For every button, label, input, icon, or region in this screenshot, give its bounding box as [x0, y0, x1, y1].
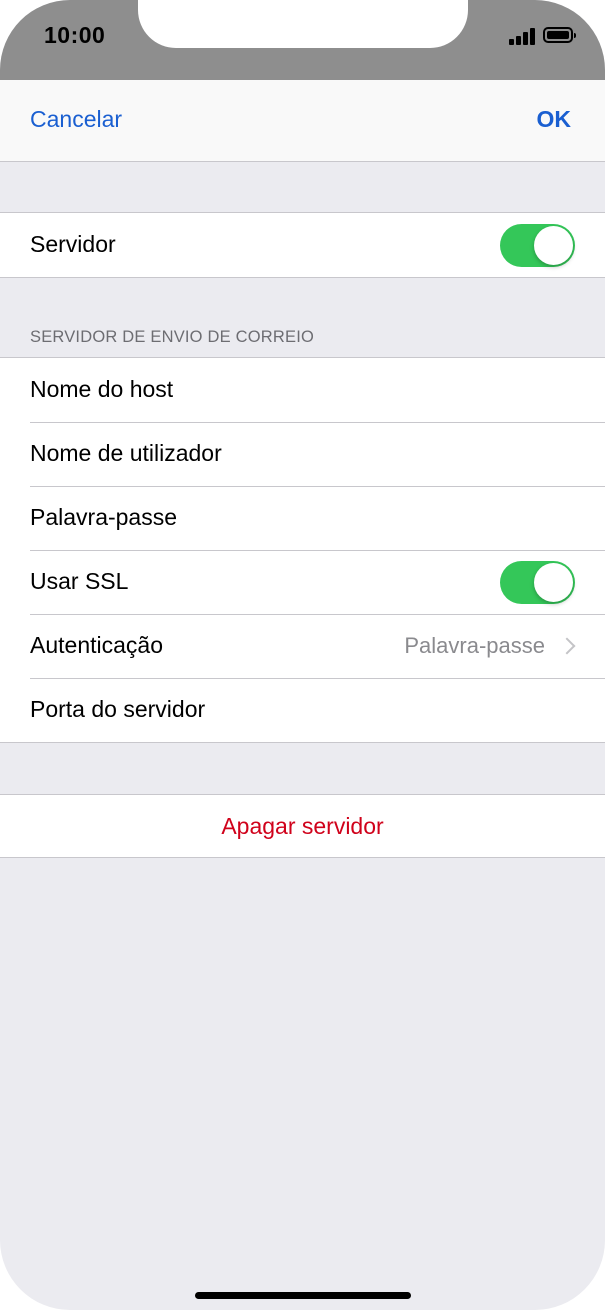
- password-label: Palavra-passe: [30, 504, 178, 530]
- cancel-button[interactable]: Cancelar: [30, 106, 122, 133]
- status-time: 10:00: [44, 22, 106, 48]
- section-header-outgoing: SERVIDOR DE ENVIO DE CORREIO: [30, 328, 315, 346]
- ssl-label: Usar SSL: [30, 568, 129, 594]
- authentication-value: Palavra-passe: [404, 633, 545, 658]
- server-group: Servidor: [0, 212, 605, 278]
- outgoing-server-group: Nome do host Nome de utilizador Palavra-…: [0, 357, 605, 743]
- signal-bars-icon: [509, 28, 536, 45]
- authentication-row[interactable]: Autenticação Palavra-passe: [0, 614, 605, 678]
- server-label: Servidor: [30, 231, 116, 257]
- delete-server-row[interactable]: Apagar servidor: [0, 795, 605, 857]
- server-row: Servidor: [0, 213, 605, 277]
- home-indicator[interactable]: [195, 1292, 411, 1299]
- phone-frame: 10:00 Cancelar OK Servidor SERVIDOR DE E…: [0, 0, 605, 1310]
- status-bar: 10:00: [0, 0, 605, 80]
- screen: 10:00 Cancelar OK Servidor SERVIDOR DE E…: [0, 0, 605, 1310]
- notch: [138, 0, 468, 48]
- username-row[interactable]: Nome de utilizador: [0, 422, 605, 486]
- password-row[interactable]: Palavra-passe: [0, 486, 605, 550]
- ssl-row: Usar SSL: [0, 550, 605, 614]
- host-name-label: Nome do host: [30, 376, 174, 402]
- delete-server-button[interactable]: Apagar servidor: [0, 813, 605, 840]
- delete-group: Apagar servidor: [0, 794, 605, 858]
- toggle-knob: [534, 563, 573, 602]
- server-toggle[interactable]: [500, 224, 575, 267]
- battery-icon: [543, 27, 576, 43]
- chevron-right-icon: [558, 637, 576, 655]
- toggle-knob: [534, 226, 573, 265]
- server-port-row[interactable]: Porta do servidor: [0, 678, 605, 742]
- host-name-row[interactable]: Nome do host: [0, 358, 605, 422]
- ok-button[interactable]: OK: [537, 106, 572, 133]
- username-label: Nome de utilizador: [30, 440, 222, 466]
- ssl-toggle[interactable]: [500, 561, 575, 604]
- authentication-label: Autenticação: [30, 632, 163, 658]
- nav-bar: Cancelar OK: [0, 80, 605, 162]
- server-port-label: Porta do servidor: [30, 696, 206, 722]
